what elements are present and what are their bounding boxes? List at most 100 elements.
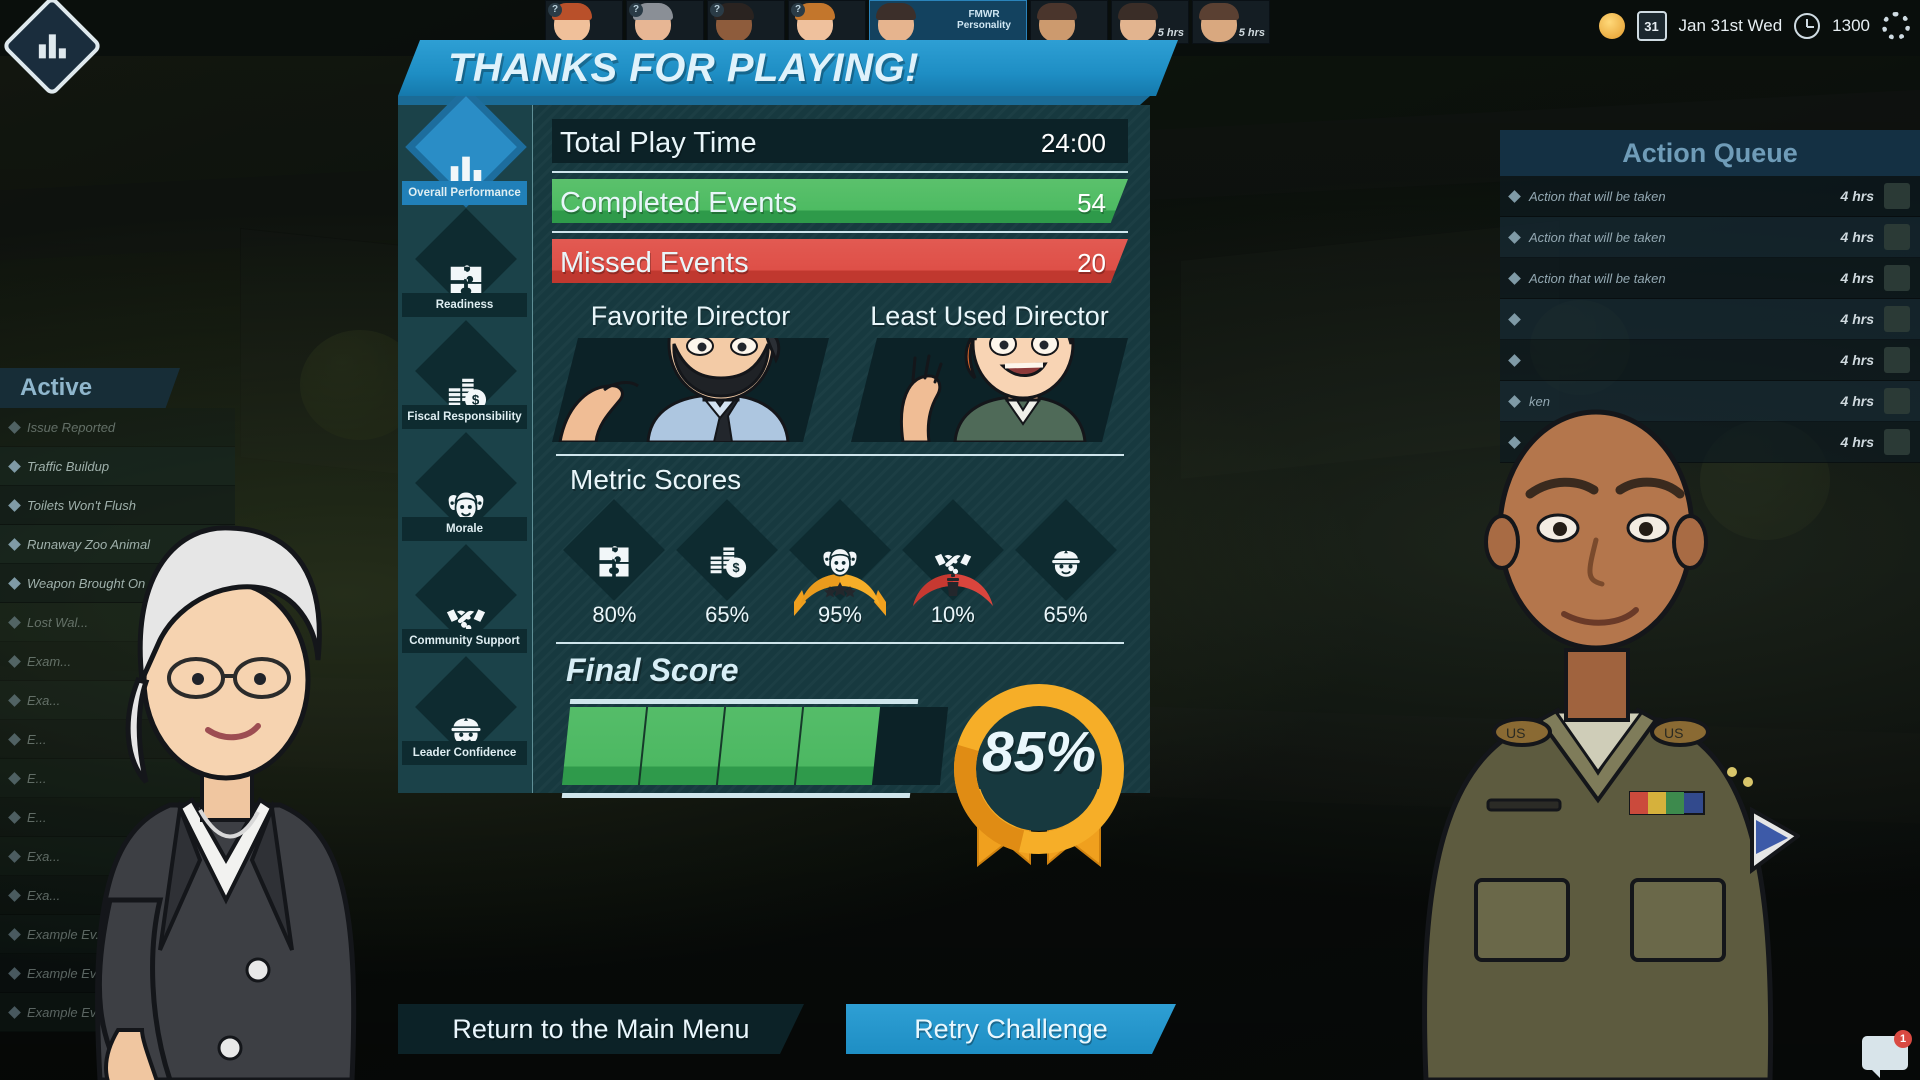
sidebar-item-label: Morale	[402, 517, 527, 541]
results-content: Total Play Time 24:00 Completed Events 5…	[534, 105, 1150, 867]
top-right-status: 31 Jan 31st Wed 1300	[1598, 4, 1910, 48]
queue-item-avatar	[1884, 347, 1910, 373]
stat-value: 54	[1077, 187, 1106, 218]
stat-row-completed-events: Completed Events 54	[552, 179, 1128, 227]
portrait-2[interactable]: ?	[626, 0, 704, 44]
metric-nav-sidebar[interactable]: Overall Performance Readiness $ Fiscal R…	[398, 96, 533, 793]
stat-label: Total Play Time	[560, 126, 757, 159]
stat-value: 20	[1077, 247, 1106, 278]
portrait-question-icon: ?	[548, 3, 562, 17]
summary-stats: Total Play Time 24:00 Completed Events 5…	[552, 119, 1128, 287]
queue-item-avatar	[1884, 265, 1910, 291]
metric-score-0: 80%	[562, 499, 666, 628]
queue-item-hours: 4 hrs	[1840, 352, 1874, 368]
character-portrait-strip[interactable]: ? ? ? ? FMWR Personality 5 hrs 5 hrs	[545, 0, 1270, 44]
final-score-percent: 85%	[981, 720, 1097, 784]
final-score-medal: 85%	[944, 677, 1134, 867]
diamond-bullet-icon	[8, 849, 21, 863]
portrait-hair	[1118, 3, 1158, 20]
character-left-mayor	[95, 525, 357, 1080]
portrait-1[interactable]: ?	[545, 0, 623, 44]
divider	[552, 171, 1128, 173]
portrait-6[interactable]	[1030, 0, 1108, 44]
diamond-bullet-icon	[8, 927, 21, 941]
portrait-hours: 5 hrs	[1157, 27, 1184, 39]
sidebar-item-leader-confidence[interactable]: Leader Confidence	[398, 656, 533, 777]
queue-list-item[interactable]: Action that will be taken 4 hrs	[1500, 217, 1920, 258]
date-label: Jan 31st Wed	[1678, 16, 1783, 35]
diamond-bullet-icon	[8, 498, 21, 512]
divider	[552, 231, 1128, 233]
sidebar-item-label: Community Support	[402, 629, 527, 653]
results-panel: Overall Performance Readiness $ Fiscal R…	[398, 96, 1150, 867]
retry-challenge-button[interactable]: Retry Challenge	[846, 1004, 1176, 1054]
least-used-director-title: Least Used Director	[870, 301, 1109, 331]
return-to-main-menu-button[interactable]: Return to the Main Menu	[398, 1004, 804, 1054]
sidebar-item-label: Leader Confidence	[402, 741, 527, 765]
portrait-7[interactable]: 5 hrs	[1111, 0, 1189, 44]
portrait-hair	[1199, 3, 1239, 20]
svg-text:$: $	[733, 560, 740, 575]
officer-icon	[1044, 540, 1088, 584]
diamond-bullet-icon	[8, 771, 21, 785]
portrait-question-icon: ?	[710, 3, 724, 17]
queue-item-hours: 4 hrs	[1840, 270, 1874, 286]
sidebar-item-readiness[interactable]: Readiness	[398, 208, 533, 329]
svg-text:US: US	[1506, 725, 1525, 741]
queue-list-item[interactable]: Action that will be taken 4 hrs	[1500, 176, 1920, 217]
gear-icon[interactable]	[1882, 12, 1910, 40]
metric-score-percent: 10%	[930, 602, 975, 627]
chat-bubble-icon[interactable]: 1	[1862, 1030, 1912, 1078]
sidebar-item-morale[interactable]: Morale	[398, 432, 533, 553]
divider	[556, 642, 1124, 644]
handshake-icon	[931, 540, 975, 584]
directors-section: Favorite Director Least Used Director	[552, 301, 1128, 442]
chat-badge: 1	[1894, 1030, 1912, 1048]
masks-icon	[818, 540, 862, 584]
diamond-bullet-icon	[8, 420, 21, 434]
queue-item-avatar	[1884, 388, 1910, 414]
metric-score-4: 65%	[1014, 499, 1118, 628]
diamond-bullet-icon	[8, 654, 21, 668]
final-score-bar-area: 85%	[552, 684, 1128, 867]
portrait-3[interactable]: ?	[707, 0, 785, 44]
final-bar-bottom-rule	[561, 793, 911, 798]
final-bar-fill	[561, 707, 881, 785]
diamond-bullet-icon	[8, 1005, 21, 1019]
portrait-hair	[876, 3, 916, 20]
action-queue-header: Action Queue	[1500, 130, 1920, 176]
diamond-bullet-icon	[1508, 189, 1521, 203]
favorite-director: Favorite Director	[552, 301, 829, 442]
portrait-5[interactable]: FMWR Personality	[869, 0, 1027, 44]
final-bar-segment	[639, 707, 727, 785]
calendar-icon: 31	[1636, 11, 1667, 41]
sidebar-item-community-support[interactable]: Community Support	[398, 544, 533, 665]
favorite-director-portrait	[552, 338, 829, 442]
queue-item-avatar	[1884, 306, 1910, 332]
diamond-bullet-icon	[8, 810, 21, 824]
metric-score-3: 10%	[901, 499, 1005, 628]
least-used-director: Least Used Director	[851, 301, 1128, 442]
metric-scores-title: Metric Scores	[570, 464, 742, 495]
metric-score-percent: 65%	[705, 602, 750, 627]
queue-item-hours: 4 hrs	[1840, 188, 1874, 204]
metric-score-percent: 95%	[817, 602, 862, 627]
sidebar-item-overall-performance[interactable]: Overall Performance	[398, 96, 533, 217]
sidebar-item-fiscal-responsibility[interactable]: $ Fiscal Responsibility	[398, 320, 533, 441]
queue-item-hours: 4 hrs	[1840, 393, 1874, 409]
queue-item-avatar	[1884, 429, 1910, 455]
least-used-director-portrait	[851, 338, 1128, 442]
sidebar-item-label: Readiness	[402, 293, 527, 317]
metric-score-1: $ 65%	[675, 499, 779, 628]
metric-score-percent: 80%	[592, 602, 637, 627]
puzzle-icon	[592, 540, 636, 584]
stat-row-missed-events: Missed Events 20	[552, 239, 1128, 287]
portrait-4[interactable]: ?	[788, 0, 866, 44]
time-label: 1300	[1832, 16, 1870, 35]
metric-score-percent: 65%	[1043, 602, 1088, 627]
portrait-question-icon: ?	[629, 3, 643, 17]
portrait-8[interactable]: 5 hrs	[1192, 0, 1270, 44]
stat-value: 24:00	[1040, 127, 1106, 158]
character-right-officer: US US	[1422, 409, 1800, 1080]
banner-title: THANKS FOR PLAYING!	[448, 45, 919, 90]
